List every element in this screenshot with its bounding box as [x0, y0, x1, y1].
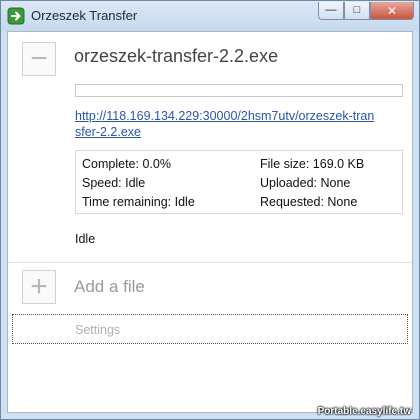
window-title: Orzeszek Transfer — [31, 8, 138, 23]
stat-complete: Complete: 0.0% — [82, 157, 171, 171]
maximize-button[interactable]: □ — [344, 2, 370, 20]
download-link[interactable]: http://118.169.134.229:30000/2hsm7utv/or… — [75, 108, 375, 140]
settings-button[interactable]: Settings — [12, 314, 408, 344]
close-button[interactable]: ✕ — [370, 2, 414, 20]
stat-speed: Speed: Idle — [82, 176, 146, 190]
remove-file-button[interactable]: − — [22, 42, 56, 76]
client-area: − orzeszek-transfer-2.2.exe http://118.1… — [7, 31, 413, 413]
maximize-icon: □ — [353, 4, 361, 16]
stat-file-size: File size: 169.0 KB — [260, 157, 365, 171]
watermark-text: Portable.easylife.tw — [317, 406, 411, 417]
title-bar[interactable]: Orzeszek Transfer — □ ✕ — [1, 1, 419, 31]
transfer-status: Idle — [75, 232, 96, 246]
stats-panel: Complete: 0.0% Speed: Idle Time remainin… — [75, 150, 403, 214]
add-file-label[interactable]: Add a file — [74, 277, 145, 297]
window-controls: — □ ✕ — [318, 2, 414, 20]
file-name: orzeszek-transfer-2.2.exe — [74, 46, 279, 66]
add-file-button[interactable]: + — [22, 270, 56, 304]
file-transfer-item: − orzeszek-transfer-2.2.exe http://118.1… — [8, 32, 412, 262]
stat-uploaded: Uploaded: None — [260, 176, 351, 190]
stat-time-remaining: Time remaining: Idle — [82, 195, 195, 209]
transfer-progress-bar — [75, 84, 403, 97]
minus-icon: − — [30, 42, 48, 75]
stat-requested: Requested: None — [260, 195, 358, 209]
plus-icon: + — [30, 270, 48, 303]
minimize-icon: — — [325, 4, 337, 16]
minimize-button[interactable]: — — [318, 2, 344, 20]
green-arrow-icon — [7, 7, 25, 25]
close-icon: ✕ — [386, 3, 398, 18]
app-window: Orzeszek Transfer — □ ✕ − orzeszek-trans… — [0, 0, 420, 420]
settings-label: Settings — [75, 323, 121, 337]
section-divider — [8, 262, 412, 263]
